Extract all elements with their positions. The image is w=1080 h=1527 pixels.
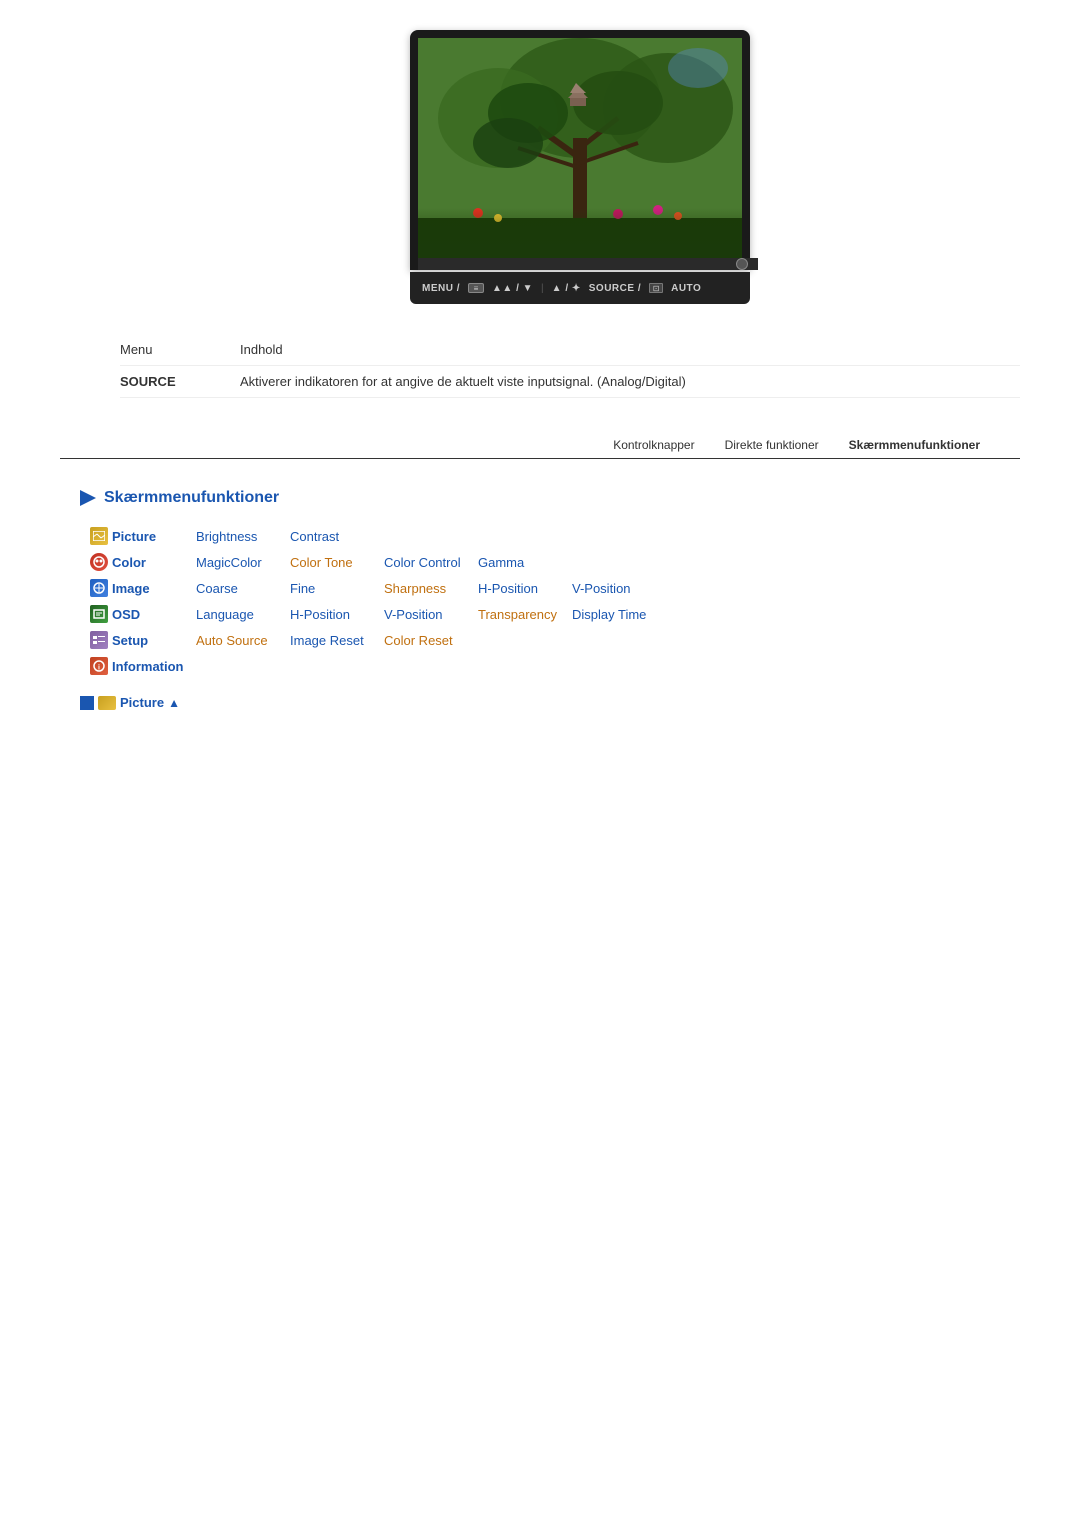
tab-direkte-funktioner[interactable]: Direkte funktioner: [725, 438, 819, 452]
skarm-title-row: Skærmmenufunktioner: [80, 489, 1020, 507]
link-magiccolor[interactable]: MagicColor: [196, 555, 286, 570]
menu-row-setup: Setup Auto Source Image Reset Color Rese…: [90, 631, 1020, 649]
source-label: SOURCE /: [589, 283, 641, 294]
link-language[interactable]: Language: [196, 607, 286, 622]
icon-picture: [90, 527, 108, 545]
link-coarse[interactable]: Coarse: [196, 581, 286, 596]
table-header-row: Menu Indhold: [120, 334, 1020, 366]
adjust-label: ▲ / ✦: [552, 283, 581, 294]
breadcrumb-arrow: ▲: [168, 696, 180, 710]
breadcrumb-row: Picture ▲: [80, 695, 1020, 710]
link-information[interactable]: Information: [112, 659, 192, 674]
breadcrumb-picture-icon: [98, 696, 116, 710]
power-button[interactable]: [736, 258, 748, 270]
svg-text:i: i: [98, 665, 100, 672]
monitor-controls-bar: MENU / ≡ ▲▲ / ▼ | ▲ / ✦ SOURCE / ⊡ AUTO: [410, 272, 750, 304]
link-osd[interactable]: OSD: [112, 607, 192, 622]
link-displaytime[interactable]: Display Time: [572, 607, 662, 622]
menu-row-picture: Picture Brightness Contrast: [90, 527, 1020, 545]
link-sharpness[interactable]: Sharpness: [384, 581, 474, 596]
volume-label: ▲▲ / ▼: [492, 283, 533, 294]
link-colorreset[interactable]: Color Reset: [384, 633, 474, 648]
skarm-section: Skærmmenufunktioner Picture Brightness C…: [80, 489, 1020, 710]
menu-row-color: Color MagicColor Color Tone Color Contro…: [90, 553, 1020, 571]
tab-kontrolknapper[interactable]: Kontrolknapper: [613, 438, 694, 452]
link-transparency[interactable]: Transparency: [478, 607, 568, 622]
menu-tree: Picture Brightness Contrast Color MagicC…: [90, 527, 1020, 675]
link-contrast[interactable]: Contrast: [290, 529, 380, 544]
content-source: Aktiverer indikatoren for at angive de a…: [240, 374, 1020, 389]
link-colortone[interactable]: Color Tone: [290, 555, 380, 570]
link-colorcontrol[interactable]: Color Control: [384, 555, 474, 570]
header-menu: Menu: [120, 342, 240, 357]
link-fine[interactable]: Fine: [290, 581, 380, 596]
icon-image: [90, 579, 108, 597]
icon-color: [90, 553, 108, 571]
breadcrumb-picture-label[interactable]: Picture: [120, 695, 164, 710]
link-autosource[interactable]: Auto Source: [196, 633, 286, 648]
skarm-title-icon: [80, 490, 96, 506]
tab-skarmmenufunktioner[interactable]: Skærmmenufunktioner: [849, 438, 980, 452]
link-brightness[interactable]: Brightness: [196, 529, 286, 544]
table-row: SOURCE Aktiverer indikatoren for at angi…: [120, 366, 1020, 398]
auto-label: AUTO: [671, 283, 701, 294]
link-picture[interactable]: Picture: [112, 529, 192, 544]
icon-info: i: [90, 657, 108, 675]
monitor-stand: [418, 258, 758, 270]
menu-row-information: i Information: [90, 657, 1020, 675]
tab-section: Kontrolknapper Direkte funktioner Skærmm…: [60, 438, 1020, 459]
menu-icon: ≡: [468, 283, 484, 293]
monitor-section: MENU / ≡ ▲▲ / ▼ | ▲ / ✦ SOURCE / ⊡ AUTO: [140, 30, 1020, 304]
monitor-screen: [418, 38, 742, 258]
icon-setup: [90, 631, 108, 649]
link-hposition-osd[interactable]: H-Position: [290, 607, 380, 622]
link-vposition-image[interactable]: V-Position: [572, 581, 662, 596]
menu-source: SOURCE: [120, 374, 240, 389]
icon-osd: [90, 605, 108, 623]
link-color[interactable]: Color: [112, 555, 192, 570]
breadcrumb-nav-icon: [80, 696, 94, 710]
header-content: Indhold: [240, 342, 1020, 357]
link-vposition-osd[interactable]: V-Position: [384, 607, 474, 622]
skarm-title: Skærmmenufunktioner: [104, 489, 279, 507]
link-imagereset[interactable]: Image Reset: [290, 633, 380, 648]
menu-row-osd: OSD Language H-Position V-Position Trans…: [90, 605, 1020, 623]
link-image[interactable]: Image: [112, 581, 192, 596]
menu-row-image: Image Coarse Fine Sharpness H-Position V…: [90, 579, 1020, 597]
link-gamma[interactable]: Gamma: [478, 555, 568, 570]
menu-label: MENU /: [422, 283, 460, 294]
source-icon: ⊡: [649, 283, 663, 293]
link-hposition-image[interactable]: H-Position: [478, 581, 568, 596]
link-setup[interactable]: Setup: [112, 633, 192, 648]
table-section: Menu Indhold SOURCE Aktiverer indikatore…: [120, 334, 1020, 398]
monitor-frame: [410, 30, 750, 270]
